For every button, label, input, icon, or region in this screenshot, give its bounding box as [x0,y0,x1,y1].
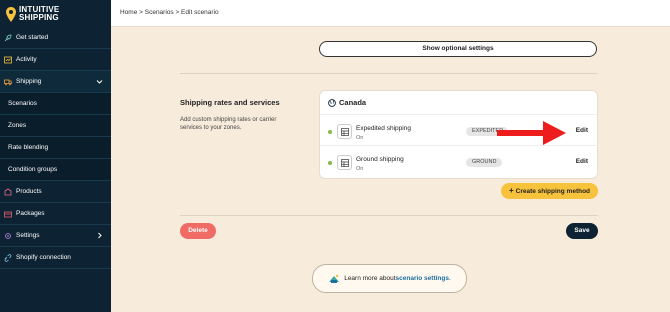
sidebar-item-label: Shipping [16,78,42,85]
sidebar-nav: Get started Activity Shipping Scenarios … [0,27,111,269]
sidebar-item-packages[interactable]: Packages [0,203,111,225]
create-shipping-method-label: Create shipping method [515,187,591,195]
gear-icon [4,232,12,240]
sidebar-item-label: Products [16,188,42,195]
sidebar-item-products[interactable]: Products [0,181,111,203]
sidebar-item-label: Scenarios [8,100,37,107]
sidebar-item-condition-groups[interactable]: Condition groups [0,159,111,181]
edit-rate-button[interactable]: Edit [576,127,588,134]
sidebar-item-shipping[interactable]: Shipping [0,71,111,93]
learn-more-suffix: . [448,275,451,282]
activity-icon [4,56,12,64]
logo-line-2: SHIPPING [19,13,59,22]
show-optional-settings-button[interactable]: Show optional settings [319,41,597,57]
learn-more-box: Learn more about scenario settings . [312,264,467,293]
top-bar: Home > Scenarios > Edit scenario [111,0,670,27]
rate-name: Ground shipping [356,156,404,163]
help-illustration-icon [329,274,340,283]
delete-button[interactable]: Delete [180,223,216,239]
divider [180,215,598,216]
sidebar-item-get-started[interactable]: Get started [0,27,111,49]
sidebar-item-label: Rate blending [8,144,49,151]
status-dot [328,161,332,165]
learn-more-prefix: Learn more about [344,275,396,282]
sidebar-item-shopify-connection[interactable]: Shopify connection [0,247,111,269]
sidebar-item-rate-blending[interactable]: Rate blending [0,137,111,159]
rocket-icon [4,34,12,42]
zone-header: Canada [320,91,597,115]
sidebar-item-label: Settings [16,232,40,239]
sidebar-item-label: Shopify connection [16,254,71,261]
plus-icon: + [508,186,514,195]
globe-icon [328,98,336,107]
zone-name: Canada [339,98,367,107]
products-icon [4,188,12,196]
sidebar-item-settings[interactable]: Settings [0,225,111,247]
table-icon [337,155,352,170]
sidebar: INTUITIVE SHIPPING Get started Activity … [0,0,111,312]
section-title: Shipping rates and services [180,98,280,107]
table-icon [337,124,352,139]
breadcrumb[interactable]: Home > Scenarios > Edit scenario [120,9,219,16]
divider [180,73,598,74]
package-icon [4,210,12,218]
sidebar-item-activity[interactable]: Activity [0,49,111,71]
map-pin-icon [6,6,16,22]
sidebar-item-zones[interactable]: Zones [0,115,111,137]
sidebar-item-scenarios[interactable]: Scenarios [0,93,111,115]
sidebar-item-label: Packages [16,210,45,217]
rate-row[interactable]: Ground shipping On GROUND Edit [320,147,599,177]
sidebar-item-label: Condition groups [8,166,58,173]
sidebar-item-label: Activity [16,56,37,63]
save-button[interactable]: Save [566,223,598,239]
chevron-right-icon [98,232,102,239]
scenario-settings-link[interactable]: scenario settings [396,275,449,282]
rate-code-badge: GROUND [466,158,503,167]
truck-icon [4,78,12,86]
chevron-down-icon [96,80,103,84]
app-logo[interactable]: INTUITIVE SHIPPING [6,4,59,24]
create-shipping-method-button[interactable]: + Create shipping method [501,183,598,199]
edit-rate-button[interactable]: Edit [576,158,588,165]
main-content: Show optional settings Shipping rates an… [111,27,670,312]
rate-status: On [356,166,364,172]
status-dot [328,130,332,134]
section-description: Add custom shipping rates or carrier ser… [180,117,277,131]
sidebar-item-label: Zones [8,122,27,129]
rate-status: On [356,135,364,141]
rate-name: Expedited shipping [356,125,411,132]
link-icon [4,253,12,262]
sidebar-item-label: Get started [16,34,49,41]
red-arrow-annotation [497,121,566,145]
